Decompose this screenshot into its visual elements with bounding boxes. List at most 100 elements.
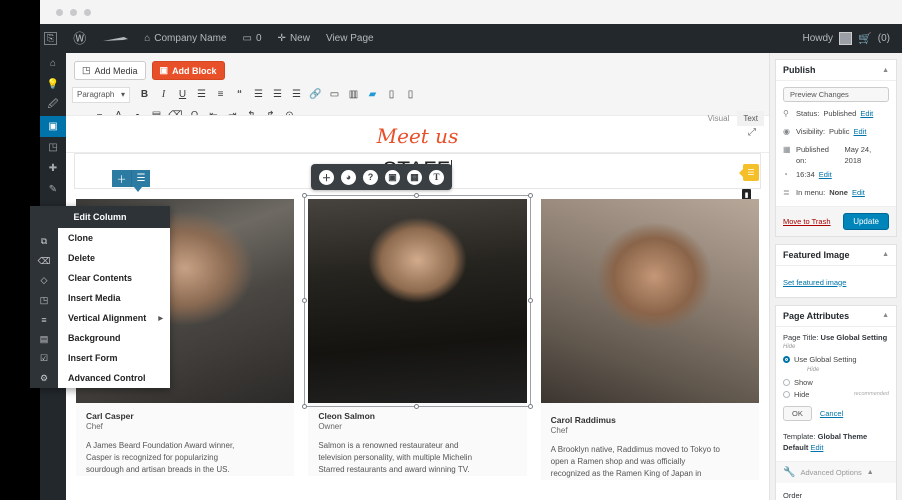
chevron-down-icon: ▾ xyxy=(120,90,125,99)
resize-handle-ne[interactable] xyxy=(527,193,533,198)
layout-button[interactable]: ▦ xyxy=(407,169,422,185)
staff-bio: A Brooklyn native, Raddimus moved to Tok… xyxy=(551,444,749,480)
menu-item-insert-media[interactable]: Insert Media xyxy=(58,288,170,308)
radio-hide[interactable]: Hide recommended xyxy=(783,390,889,399)
help-button[interactable]: ? xyxy=(363,169,378,185)
window-minimize-dot[interactable] xyxy=(70,8,77,16)
admin-bar-new[interactable]: ✛ New xyxy=(270,24,318,53)
radio-label: Use Global Setting xyxy=(794,354,857,364)
toggle-toolbar-button[interactable]: ▥ xyxy=(345,86,362,103)
advanced-options-row[interactable]: 🔧 Advanced Options ▲ xyxy=(776,461,896,483)
status-edit-link[interactable]: Edit xyxy=(860,108,873,119)
desktop-preview-button[interactable]: ▰ xyxy=(364,86,381,103)
tab-text[interactable]: Text xyxy=(737,111,764,126)
staff-photo-cleon-salmon[interactable] xyxy=(302,193,533,409)
admin-bar-comments[interactable]: ▭ 0 xyxy=(235,24,270,53)
underline-button[interactable]: U xyxy=(174,86,191,103)
add-row-button[interactable]: ＋ xyxy=(112,170,131,187)
staff-column-2[interactable]: Cleon Salmon Owner Salmon is a renowned … xyxy=(302,193,533,480)
resize-handle-w[interactable] xyxy=(302,298,308,303)
menu-item-clone[interactable]: Clone xyxy=(58,228,170,248)
radio-label: Show xyxy=(794,377,813,387)
menu-item-delete[interactable]: Delete xyxy=(58,248,170,268)
move-to-trash-link[interactable]: Move to Trash xyxy=(783,217,831,226)
publish-row-status: ⚲ Status: Published Edit xyxy=(783,108,889,120)
template-edit-link[interactable]: Edit xyxy=(811,443,824,452)
resize-handle-e[interactable] xyxy=(527,298,533,303)
admin-bar-menu-toggle[interactable]: ⎘ xyxy=(40,24,65,53)
align-left-button[interactable]: ☰ xyxy=(250,86,267,103)
window-maximize-dot[interactable] xyxy=(84,8,91,16)
resize-handle-se[interactable] xyxy=(527,404,533,409)
publish-panel-header: Publish ▲ xyxy=(776,60,896,81)
page-attributes-body: Page Title: Use Global Setting Hide Use … xyxy=(776,327,896,500)
tab-visual[interactable]: Visual xyxy=(702,111,736,126)
chevron-up-icon[interactable]: ▲ xyxy=(882,312,889,319)
numbered-list-button[interactable]: ≡ xyxy=(212,86,229,103)
staff-bio: Salmon is a renowned restaurateur and te… xyxy=(318,440,516,476)
italic-button[interactable]: I xyxy=(155,86,172,103)
module-handle-yellow[interactable]: ☰ xyxy=(739,164,759,181)
avatar[interactable] xyxy=(839,32,853,45)
tablet-preview-button[interactable]: ▯ xyxy=(383,86,400,103)
staff-column-3[interactable]: Carol Raddimus Chef A Brooklyn native, R… xyxy=(540,199,759,480)
menu-item-insert-form[interactable]: Insert Form xyxy=(58,348,170,368)
admin-bar-view-page[interactable]: View Page xyxy=(318,24,382,53)
sidebar-item-posts[interactable]: 💡 xyxy=(40,74,66,95)
howdy-label[interactable]: Howdy xyxy=(802,33,833,44)
format-select[interactable]: Paragraph ▾ xyxy=(72,86,130,103)
mobile-preview-button[interactable]: ▯ xyxy=(402,86,419,103)
add-media-button[interactable]: ◳ Add Media xyxy=(74,61,146,80)
preview-changes-button[interactable]: Preview Changes xyxy=(783,87,889,102)
sidebar-item-media[interactable]: ◳ xyxy=(40,137,66,158)
radio-show[interactable]: Show xyxy=(783,378,889,387)
menu-item-background[interactable]: Background xyxy=(58,328,170,348)
align-center-button[interactable]: ☰ xyxy=(269,86,286,103)
cart-icon[interactable]: 🛒 xyxy=(858,32,872,45)
bold-button[interactable]: B xyxy=(136,86,153,103)
radio-label: Hide xyxy=(794,389,810,399)
sidebar-item-tools[interactable]: ✎ xyxy=(40,179,66,200)
sidebar-item-appearance[interactable]: 🖉 xyxy=(40,95,66,116)
chevron-up-icon[interactable]: ▲ xyxy=(882,67,889,74)
resize-handle-sw[interactable] xyxy=(302,404,308,409)
window-close-dot[interactable] xyxy=(56,8,63,16)
published-time-value: 16:34 xyxy=(796,169,815,179)
menu-item-label: Advanced Control xyxy=(68,373,146,383)
media-button[interactable]: ▣ xyxy=(385,169,400,185)
visibility-edit-link[interactable]: Edit xyxy=(853,126,866,137)
resize-handle-nw[interactable] xyxy=(302,193,308,198)
set-featured-image-link[interactable]: Set featured image xyxy=(783,278,846,287)
radio-use-global-setting[interactable]: Use Global Setting xyxy=(783,355,889,364)
bulleted-list-button[interactable]: ☰ xyxy=(193,86,210,103)
published-time-edit-link[interactable]: Edit xyxy=(819,169,832,180)
globe-button[interactable]: ◕ xyxy=(341,169,356,185)
in-menu-edit-link[interactable]: Edit xyxy=(852,187,865,198)
read-more-button[interactable]: ▭ xyxy=(326,86,343,103)
blockquote-button[interactable]: “ xyxy=(231,86,248,103)
expand-icon[interactable]: ⤢ xyxy=(748,127,756,138)
chevron-up-icon[interactable]: ▲ xyxy=(867,469,874,476)
admin-bar-site-name[interactable]: ⌂ Company Name xyxy=(136,24,234,53)
chevron-up-icon[interactable]: ▲ xyxy=(882,251,889,258)
scribble-icon xyxy=(103,36,129,41)
add-block-toolbar-button[interactable]: ＋ xyxy=(319,169,334,185)
menu-item-clear-contents[interactable]: Clear Contents xyxy=(58,268,170,288)
admin-bar-wp-logo[interactable]: Ⓦ xyxy=(65,24,94,53)
align-right-button[interactable]: ☰ xyxy=(288,86,305,103)
ok-button[interactable]: OK xyxy=(783,405,812,421)
sidebar-item-plugins[interactable]: ✚ xyxy=(40,158,66,179)
text-button[interactable]: T xyxy=(429,169,444,185)
sidebar-item-pages[interactable]: ▣ xyxy=(40,116,66,137)
sidebar-item-dashboard[interactable]: ⌂ xyxy=(40,53,66,74)
resize-handle-n[interactable] xyxy=(414,193,420,198)
insert-link-button[interactable]: 🔗 xyxy=(307,86,324,103)
cancel-link[interactable]: Cancel xyxy=(820,409,843,418)
row-menu-button[interactable]: ☰ xyxy=(131,170,150,187)
staff-photo-carol-raddimus[interactable] xyxy=(540,199,759,403)
menu-item-advanced-control[interactable]: Advanced Control xyxy=(58,368,170,388)
update-button[interactable]: Update xyxy=(843,212,889,230)
add-block-button[interactable]: ▣ Add Block xyxy=(151,61,225,80)
publish-row-menu: ≣ In menu: None Edit xyxy=(783,187,889,199)
menu-item-vertical-alignment[interactable]: Vertical Alignment ▶ xyxy=(58,308,170,328)
